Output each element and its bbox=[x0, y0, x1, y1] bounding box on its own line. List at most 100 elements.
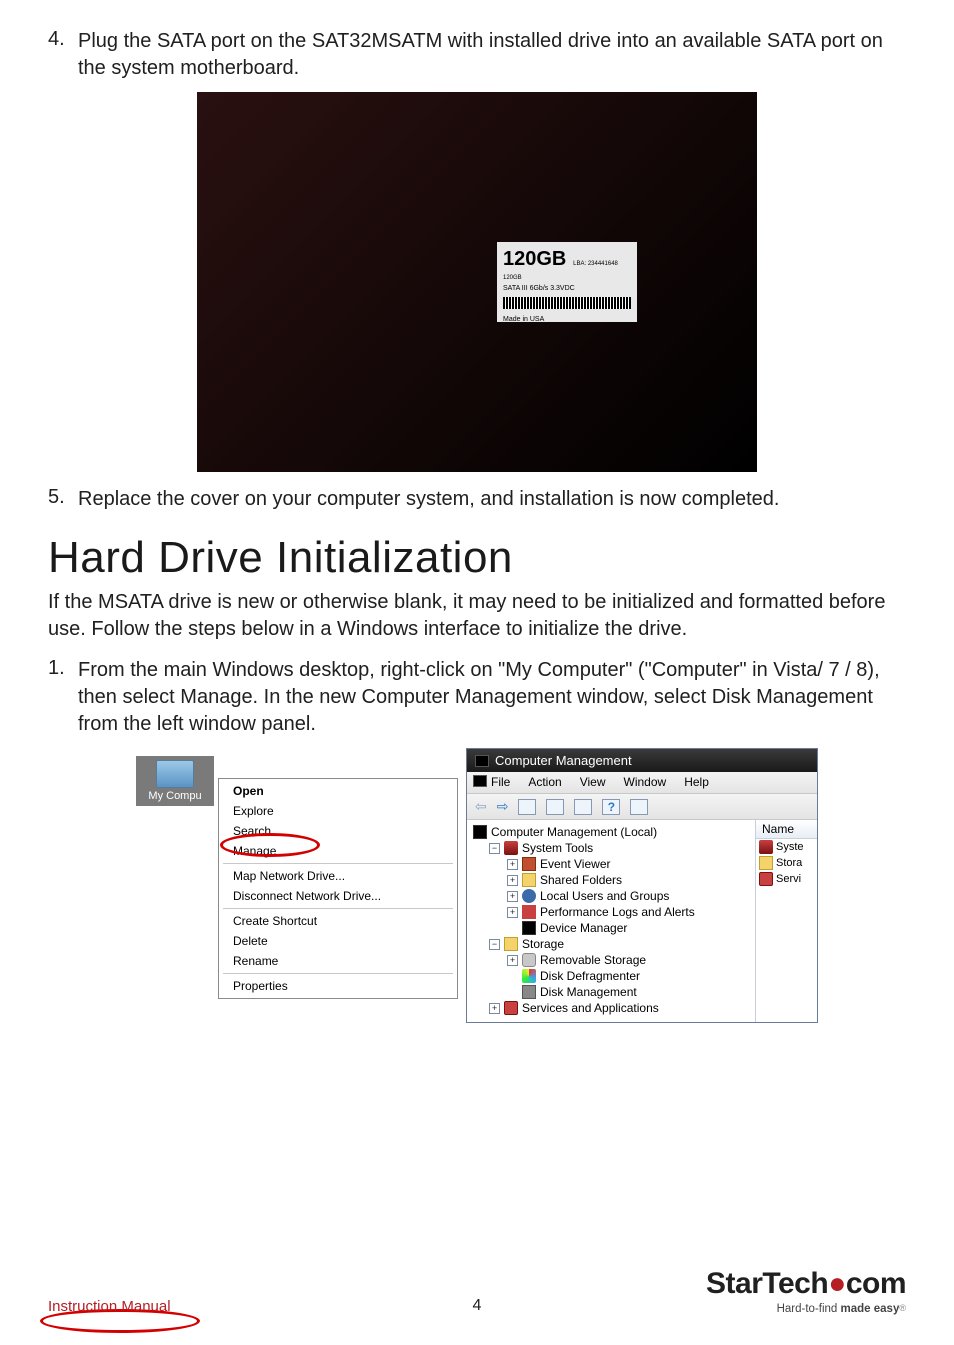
help-icon[interactable] bbox=[602, 799, 620, 815]
services-icon bbox=[504, 1001, 518, 1015]
tree-system-tools-label: System Tools bbox=[522, 841, 593, 855]
removable-icon bbox=[522, 953, 536, 967]
tagline-b: made easy bbox=[841, 1303, 900, 1315]
menubar: File Action View Window Help bbox=[467, 772, 817, 794]
menu-separator bbox=[223, 908, 453, 909]
menu-properties[interactable]: Properties bbox=[219, 976, 457, 996]
tree-root-label: Computer Management (Local) bbox=[491, 825, 657, 839]
step-4-number: 4. bbox=[48, 28, 78, 82]
menu-file[interactable]: File bbox=[491, 775, 510, 789]
tree-event-viewer[interactable]: + Event Viewer bbox=[473, 856, 749, 872]
menu-explore[interactable]: Explore bbox=[219, 801, 457, 821]
tree-perf-logs[interactable]: + Performance Logs and Alerts bbox=[473, 904, 749, 920]
tree-storage[interactable]: − Storage bbox=[473, 936, 749, 952]
menu-map-drive[interactable]: Map Network Drive... bbox=[219, 866, 457, 886]
collapse-icon[interactable]: − bbox=[489, 843, 500, 854]
name-column: Name Syste Stora Servi bbox=[755, 820, 817, 1022]
tree-shared-folders[interactable]: + Shared Folders bbox=[473, 872, 749, 888]
menu-search[interactable]: Search... bbox=[219, 821, 457, 841]
users-icon bbox=[522, 889, 536, 903]
defrag-icon bbox=[522, 969, 536, 983]
barcode-icon bbox=[503, 297, 631, 309]
menu-manage[interactable]: Manage bbox=[219, 841, 457, 861]
tree-disk-management[interactable]: Disk Management bbox=[473, 984, 749, 1000]
list-item[interactable]: Servi bbox=[756, 871, 817, 887]
back-button[interactable]: ⇦ bbox=[475, 798, 487, 815]
storage-icon bbox=[759, 856, 773, 870]
motherboard-photo: 120GB LBA: 234441648 120GB SATA III 6Gb/… bbox=[197, 92, 757, 472]
brand-logo: StarTech●com bbox=[706, 1267, 906, 1301]
step-4-text: Plug the SATA port on the SAT32MSATM wit… bbox=[78, 28, 906, 82]
tree-device-manager[interactable]: Device Manager bbox=[473, 920, 749, 936]
menu-help[interactable]: Help bbox=[684, 775, 709, 789]
window-body: Computer Management (Local) − System Too… bbox=[467, 820, 817, 1022]
tree-removable[interactable]: + Removable Storage bbox=[473, 952, 749, 968]
menu-rename[interactable]: Rename bbox=[219, 951, 457, 971]
toolbar-icon-3[interactable] bbox=[574, 799, 592, 815]
list-item-label: Syste bbox=[776, 841, 804, 853]
brand-dot-icon: ● bbox=[828, 1267, 846, 1300]
toolbar-icon-4[interactable] bbox=[630, 799, 648, 815]
shared-folders-icon bbox=[522, 873, 536, 887]
menu-separator bbox=[223, 863, 453, 864]
brand-block: StarTech●com Hard-to-find made easy® bbox=[706, 1267, 906, 1315]
tree-local-users[interactable]: + Local Users and Groups bbox=[473, 888, 749, 904]
tree-defrag[interactable]: Disk Defragmenter bbox=[473, 968, 749, 984]
tree-services-label: Services and Applications bbox=[522, 1001, 659, 1015]
services-icon bbox=[759, 872, 773, 886]
forward-button[interactable]: ⇨ bbox=[497, 798, 509, 815]
tree-root[interactable]: Computer Management (Local) bbox=[473, 824, 749, 840]
tree-perf-logs-label: Performance Logs and Alerts bbox=[540, 905, 695, 919]
intro-paragraph: If the MSATA drive is new or otherwise b… bbox=[48, 589, 906, 643]
expand-icon[interactable]: + bbox=[489, 1003, 500, 1014]
menu-view[interactable]: View bbox=[580, 775, 606, 789]
system-menu-icon[interactable] bbox=[473, 775, 487, 787]
computer-management-window: Computer Management File Action View Win… bbox=[466, 748, 818, 1023]
list-item[interactable]: Syste bbox=[756, 839, 817, 855]
toolbar-icon-1[interactable] bbox=[518, 799, 536, 815]
expand-icon[interactable]: + bbox=[507, 955, 518, 966]
ssd-spec: SATA III 6Gb/s 3.3VDC bbox=[503, 285, 575, 292]
collapse-icon[interactable]: − bbox=[489, 939, 500, 950]
my-computer-icon[interactable]: My Compu bbox=[136, 756, 214, 806]
menu-separator bbox=[223, 973, 453, 974]
event-viewer-icon bbox=[522, 857, 536, 871]
name-column-header[interactable]: Name bbox=[756, 820, 817, 839]
window-title: Computer Management bbox=[495, 753, 632, 768]
tree-local-users-label: Local Users and Groups bbox=[540, 889, 669, 903]
tree-spacer bbox=[507, 923, 518, 934]
step-1: 1. From the main Windows desktop, right-… bbox=[48, 657, 906, 738]
monitor-icon bbox=[156, 760, 194, 788]
tree-spacer bbox=[507, 987, 518, 998]
ssd-label: 120GB LBA: 234441648 120GB SATA III 6Gb/… bbox=[497, 242, 637, 322]
menu-window[interactable]: Window bbox=[624, 775, 667, 789]
section-heading: Hard Drive Initialization bbox=[48, 533, 906, 583]
tagline-a: Hard-to-find bbox=[777, 1303, 841, 1315]
registered-mark: ® bbox=[899, 1303, 906, 1313]
expand-icon[interactable]: + bbox=[507, 891, 518, 902]
perf-icon bbox=[522, 905, 536, 919]
menu-disconnect-drive[interactable]: Disconnect Network Drive... bbox=[219, 886, 457, 906]
menu-action[interactable]: Action bbox=[528, 775, 561, 789]
tree-services[interactable]: + Services and Applications bbox=[473, 1000, 749, 1016]
menu-open[interactable]: Open bbox=[219, 781, 457, 801]
menu-create-shortcut[interactable]: Create Shortcut bbox=[219, 911, 457, 931]
menu-delete[interactable]: Delete bbox=[219, 931, 457, 951]
computer-icon bbox=[473, 825, 487, 839]
brand-tagline: Hard-to-find made easy® bbox=[706, 1303, 906, 1315]
page-footer: Instruction Manual 4 StarTech●com Hard-t… bbox=[48, 1267, 906, 1315]
tree-system-tools[interactable]: − System Tools bbox=[473, 840, 749, 856]
storage-icon bbox=[504, 937, 518, 951]
screenshots-row: My Compu Open Explore Search... Manage M… bbox=[48, 748, 906, 1023]
list-item[interactable]: Stora bbox=[756, 855, 817, 871]
expand-icon[interactable]: + bbox=[507, 907, 518, 918]
expand-icon[interactable]: + bbox=[507, 875, 518, 886]
device-manager-icon bbox=[522, 921, 536, 935]
expand-icon[interactable]: + bbox=[507, 859, 518, 870]
system-tools-icon bbox=[759, 840, 773, 854]
window-titlebar: Computer Management bbox=[467, 749, 817, 772]
context-menu: Open Explore Search... Manage Map Networ… bbox=[218, 778, 458, 999]
step-1-text: From the main Windows desktop, right-cli… bbox=[78, 657, 906, 738]
toolbar-icon-2[interactable] bbox=[546, 799, 564, 815]
tree-pane: Computer Management (Local) − System Too… bbox=[467, 820, 755, 1022]
